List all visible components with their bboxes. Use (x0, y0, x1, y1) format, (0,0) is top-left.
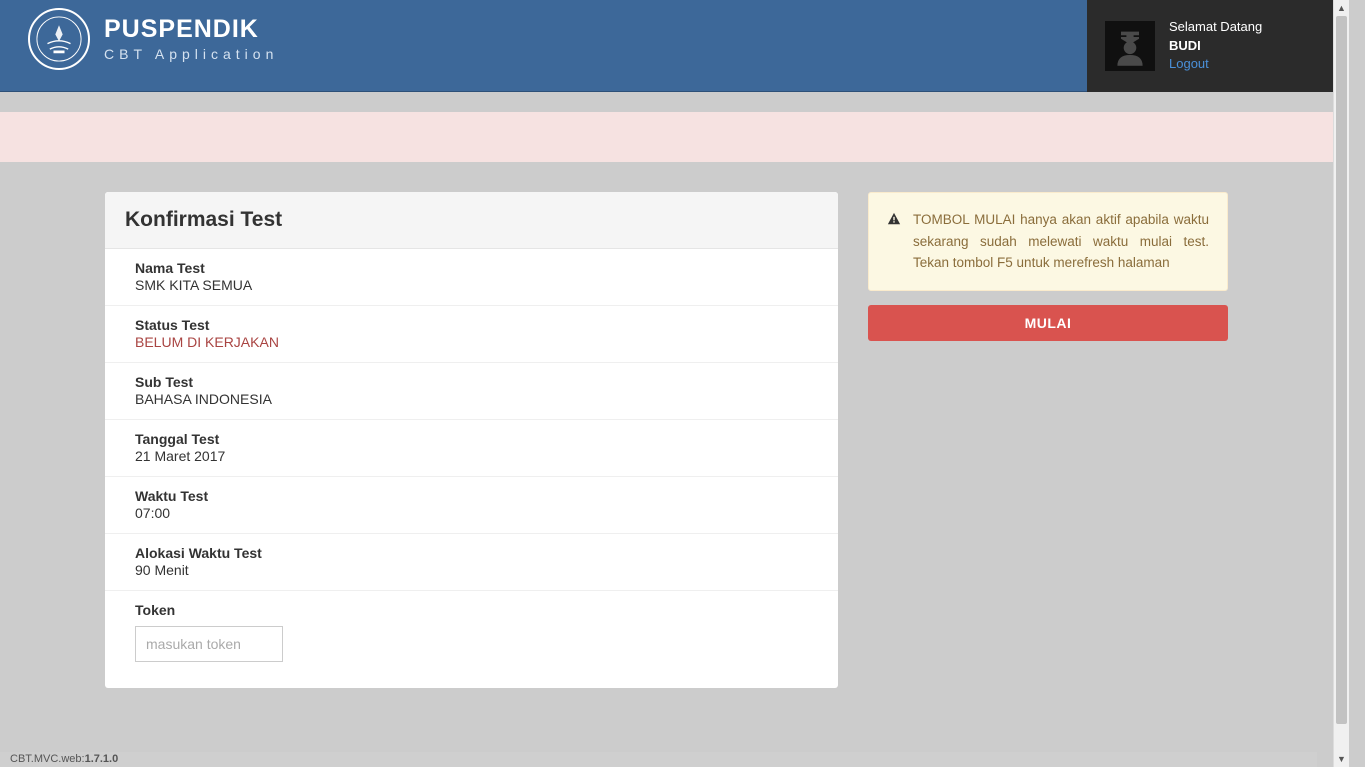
field-alokasi-waktu: Alokasi Waktu Test 90 Menit (105, 534, 838, 591)
field-label: Waktu Test (135, 488, 808, 504)
alert-band (0, 112, 1333, 162)
card-title: Konfirmasi Test (105, 192, 838, 249)
footer-prefix: CBT.MVC.web: (10, 753, 85, 765)
info-alert: TOMBOL MULAI hanya akan aktif apabila wa… (868, 192, 1228, 291)
scrollbar-thumb[interactable] (1336, 16, 1347, 724)
field-value: SMK KITA SEMUA (135, 277, 808, 293)
welcome-text: Selamat Datang (1169, 18, 1262, 37)
field-sub-test: Sub Test BAHASA INDONESIA (105, 363, 838, 420)
konfirmasi-card: Konfirmasi Test Nama Test SMK KITA SEMUA… (105, 192, 838, 688)
field-label: Alokasi Waktu Test (135, 545, 808, 561)
user-panel: Selamat Datang BUDI Logout (1087, 0, 1333, 92)
field-nama-test: Nama Test SMK KITA SEMUA (105, 249, 838, 306)
field-label: Token (135, 602, 808, 618)
field-value: BAHASA INDONESIA (135, 391, 808, 407)
field-value: 21 Maret 2017 (135, 448, 808, 464)
footer-version: 1.7.1.0 (85, 753, 119, 765)
brand-title: PUSPENDIK (104, 17, 278, 42)
field-value: 90 Menit (135, 562, 808, 578)
user-name: BUDI (1169, 37, 1262, 56)
field-status-test: Status Test BELUM DI KERJAKAN (105, 306, 838, 363)
warning-icon (887, 211, 901, 274)
avatar (1105, 21, 1155, 71)
logo-icon (28, 8, 90, 70)
token-input[interactable] (135, 626, 283, 662)
field-label: Status Test (135, 317, 808, 333)
field-token: Token (105, 591, 838, 688)
app-header: PUSPENDIK CBT Application Selamat Datang… (0, 0, 1333, 92)
brand: PUSPENDIK CBT Application (28, 8, 278, 70)
scroll-down-icon[interactable]: ▼ (1334, 751, 1349, 767)
footer: CBT.MVC.web:1.7.1.0 (0, 752, 1317, 767)
field-label: Tanggal Test (135, 431, 808, 447)
scroll-up-icon[interactable]: ▲ (1334, 0, 1349, 16)
field-label: Sub Test (135, 374, 808, 390)
brand-subtitle: CBT Application (104, 46, 278, 62)
field-label: Nama Test (135, 260, 808, 276)
field-value: 07:00 (135, 505, 808, 521)
alert-text: TOMBOL MULAI hanya akan aktif apabila wa… (913, 209, 1209, 274)
field-value: BELUM DI KERJAKAN (135, 334, 808, 350)
field-tanggal-test: Tanggal Test 21 Maret 2017 (105, 420, 838, 477)
mulai-button[interactable]: MULAI (868, 305, 1228, 341)
field-waktu-test: Waktu Test 07:00 (105, 477, 838, 534)
logout-link[interactable]: Logout (1169, 55, 1262, 74)
vertical-scrollbar[interactable]: ▲ ▼ (1333, 0, 1349, 767)
